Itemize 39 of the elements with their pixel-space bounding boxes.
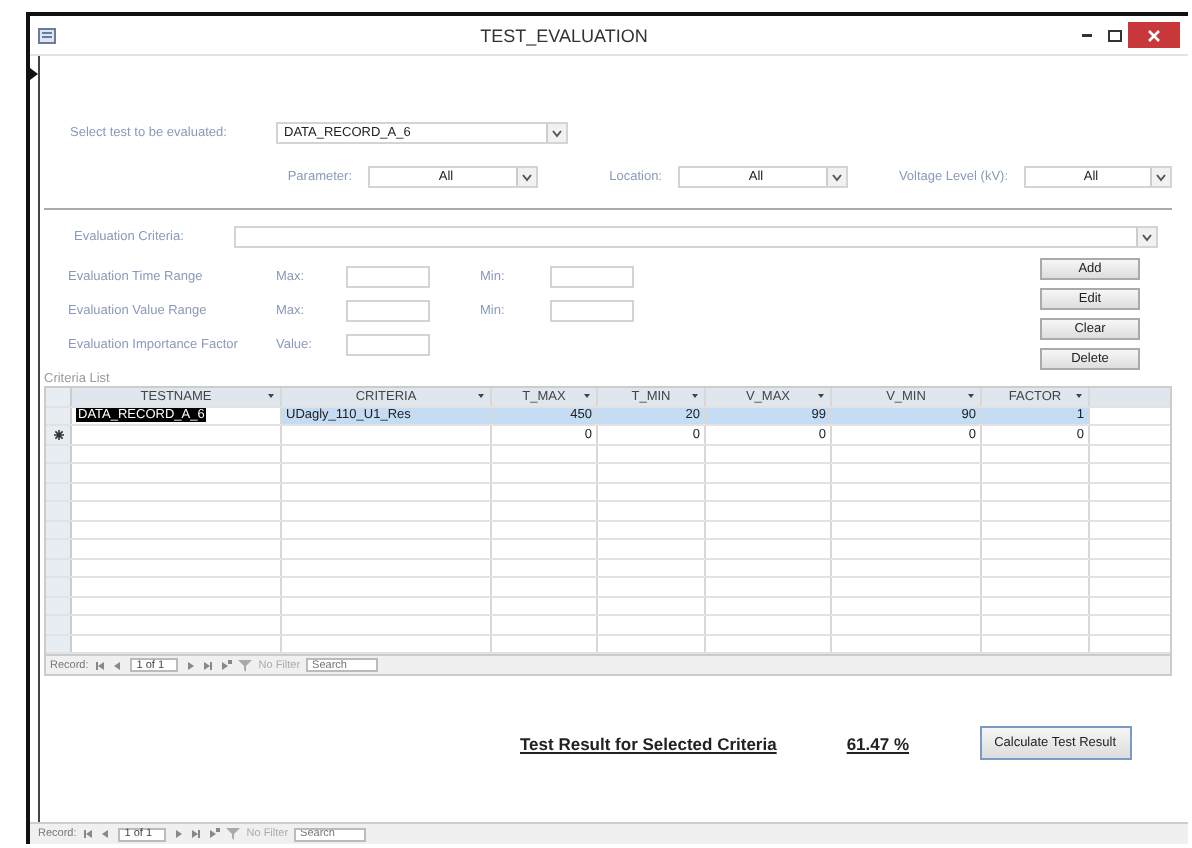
maximize-icon [1107, 29, 1121, 41]
dropdown-icon[interactable] [1076, 394, 1082, 399]
previous-record-icon[interactable] [112, 659, 125, 672]
minimize-icon [1081, 33, 1091, 37]
filter-icon[interactable] [226, 828, 241, 840]
input-field[interactable] [346, 300, 430, 322]
result-value: 61.47 % [846, 733, 910, 753]
dropdown-icon[interactable] [584, 394, 590, 399]
row-selector[interactable] [46, 426, 72, 444]
input-field[interactable] [550, 300, 634, 322]
previous-record-icon[interactable] [100, 828, 113, 840]
last-record-icon[interactable] [190, 828, 203, 840]
new-record-icon[interactable] [208, 828, 221, 840]
last-record-icon[interactable] [202, 659, 215, 672]
dropdown-icon [832, 173, 842, 181]
close-button[interactable] [1128, 22, 1180, 48]
dropdown-icon [522, 173, 532, 181]
dropdown-icon[interactable] [818, 394, 824, 399]
filter-icon[interactable] [238, 659, 253, 672]
next-record-icon[interactable] [172, 828, 185, 840]
first-record-icon[interactable] [94, 659, 107, 672]
dropdown-icon[interactable] [968, 394, 974, 399]
dropdown-icon[interactable] [692, 394, 698, 399]
result-label: Test Result for Selected Criteria [520, 733, 777, 753]
input-field[interactable] [550, 266, 634, 288]
dropdown-icon [552, 129, 562, 137]
input-field[interactable] [346, 266, 430, 288]
form-icon [38, 27, 56, 43]
dropdown-icon[interactable] [478, 394, 484, 399]
first-record-icon[interactable] [82, 828, 95, 840]
dropdown-icon [1142, 233, 1152, 241]
next-record-icon[interactable] [184, 659, 197, 672]
close-icon [1148, 29, 1160, 41]
dropdown-icon[interactable] [268, 394, 274, 399]
new-record-icon[interactable] [220, 659, 233, 672]
window-title: TEST_EVALUATION [478, 25, 650, 45]
dropdown-icon [1156, 173, 1166, 181]
input-field[interactable] [346, 334, 430, 356]
new-record-icon [53, 429, 63, 440]
